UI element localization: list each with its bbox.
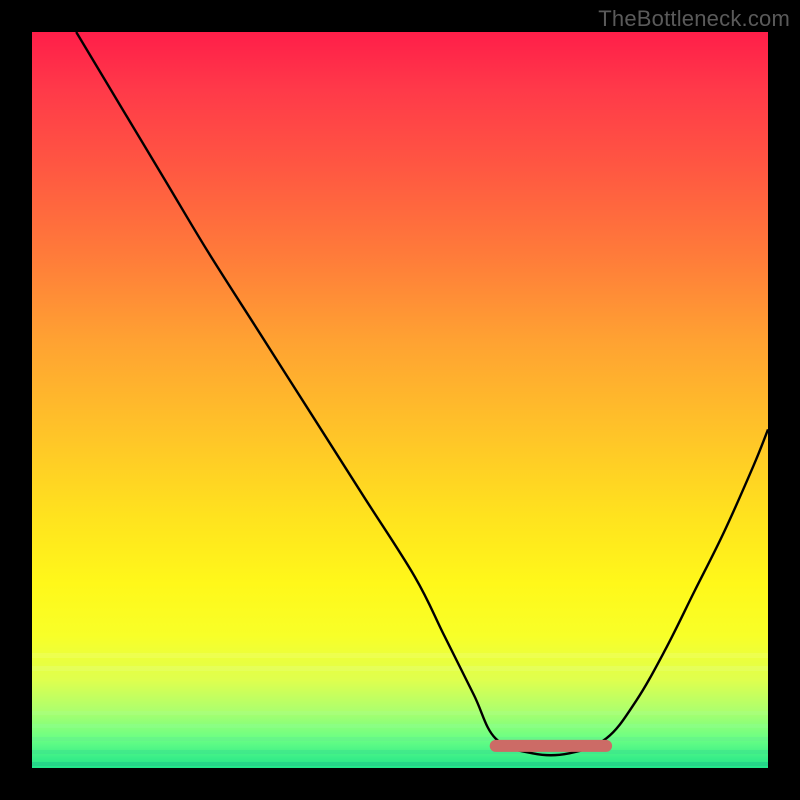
plot-area [32, 32, 768, 768]
bottleneck-curve [76, 32, 768, 755]
curve-layer [32, 32, 768, 768]
watermark-text: TheBottleneck.com [598, 6, 790, 32]
chart-frame: TheBottleneck.com [0, 0, 800, 800]
